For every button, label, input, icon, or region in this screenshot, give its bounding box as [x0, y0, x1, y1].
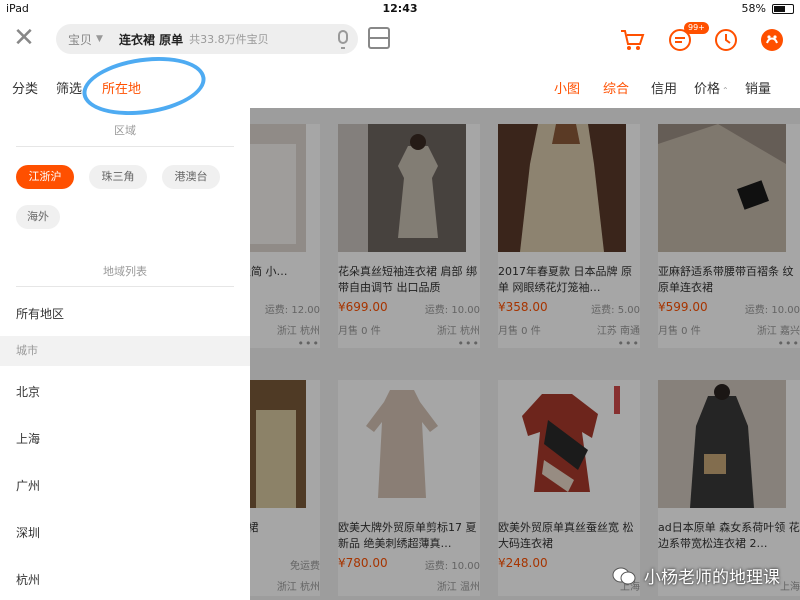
chip-jiangzhehu[interactable]: 江浙沪	[16, 165, 74, 189]
list-item-city[interactable]: 广州	[16, 477, 40, 494]
result-count: 共33.8万件宝贝	[189, 33, 269, 46]
divider	[16, 146, 234, 147]
cart-icon[interactable]	[618, 26, 646, 54]
chip-zhusanjiao[interactable]: 珠三角	[89, 165, 147, 189]
list-item-city[interactable]: 杭州	[16, 571, 40, 588]
chip-gangaotai[interactable]: 港澳台	[162, 165, 220, 189]
region-title: 区域	[114, 124, 136, 137]
chip-overseas[interactable]: 海外	[16, 205, 60, 229]
clock-icon[interactable]	[712, 26, 740, 54]
status-time: 12:43	[382, 2, 418, 15]
divider	[16, 286, 234, 287]
close-icon[interactable]: ✕	[12, 25, 36, 51]
status-bar: iPad 12:43 58%	[0, 0, 800, 18]
wechat-icon	[612, 567, 636, 584]
list-item-city[interactable]: 上海	[16, 430, 40, 447]
chevron-down-icon[interactable]: ▼	[96, 34, 103, 44]
sort-credit[interactable]: 信用	[651, 78, 677, 97]
top-bar: ✕ 宝贝 ▼ 连衣裙 原单 共33.8万件宝贝 99+	[0, 18, 800, 62]
sort-price[interactable]: 价格 ⌃	[694, 78, 729, 97]
filter-screen[interactable]: 筛选	[56, 78, 82, 97]
group-header-city: 城市	[0, 336, 250, 366]
price-sort-icon: ⌃	[722, 86, 729, 95]
battery-percent: 58%	[741, 2, 766, 15]
list-item-city[interactable]: 北京	[16, 383, 40, 400]
battery-icon	[772, 3, 794, 14]
sort-sales[interactable]: 销量	[745, 78, 771, 97]
microphone-icon[interactable]	[338, 30, 348, 49]
search-category[interactable]: 宝贝	[68, 31, 92, 48]
list-item-all-regions[interactable]: 所有地区	[16, 305, 64, 322]
search-bar[interactable]: 宝贝 ▼ 连衣裙 原单 共33.8万件宝贝	[56, 24, 358, 54]
scan-icon[interactable]	[368, 27, 390, 49]
search-query[interactable]: 连衣裙 原单	[119, 31, 183, 48]
region-list-title: 地域列表	[103, 265, 147, 278]
filter-category[interactable]: 分类	[12, 78, 38, 97]
watermark-text: 小杨老师的地理课	[644, 568, 780, 588]
view-small-image[interactable]: 小图	[554, 78, 580, 97]
list-item-city[interactable]: 深圳	[16, 524, 40, 541]
watermark: 小杨老师的地理课	[612, 563, 780, 588]
sort-comprehensive[interactable]: 综合	[603, 78, 629, 97]
location-filter-panel: 区域 江浙沪 珠三角 港澳台 海外 地域列表 所有地区 城市 北京 上海 广州 …	[0, 108, 250, 600]
profile-icon[interactable]	[758, 26, 786, 54]
message-badge: 99+	[684, 22, 709, 34]
